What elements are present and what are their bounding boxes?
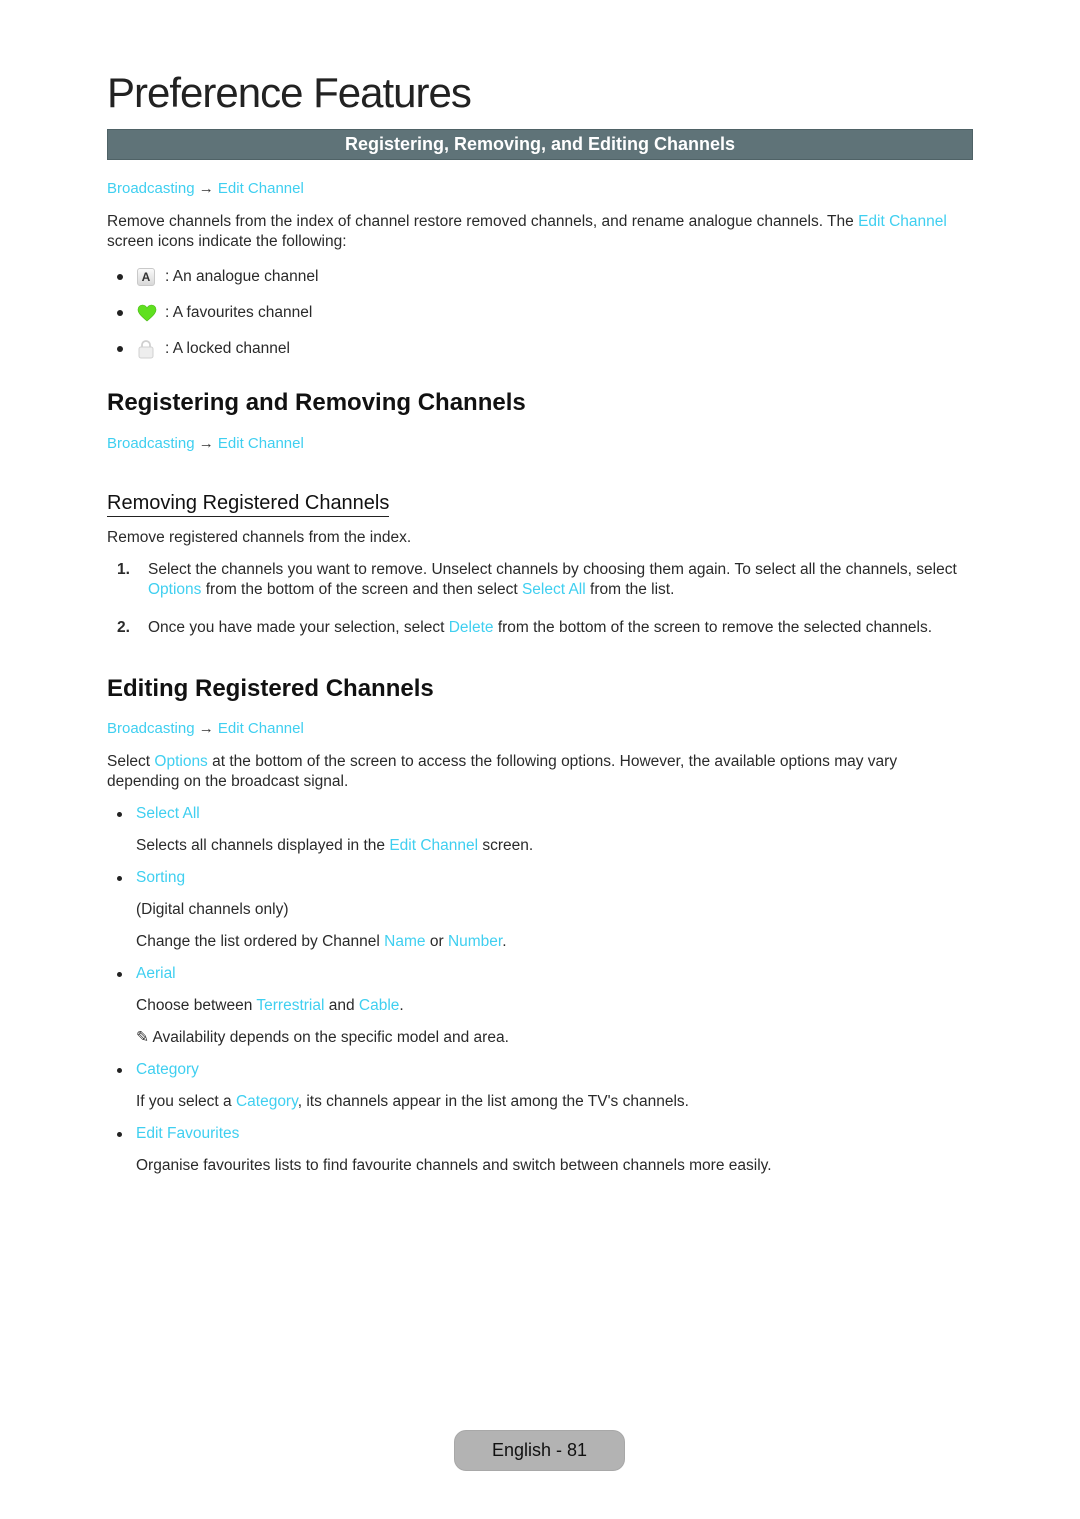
options-link[interactable]: Options: [154, 753, 207, 770]
step-text: Once you have made your selection, selec…: [148, 619, 933, 636]
legend-item-favourites: : A favourites channel: [117, 302, 312, 324]
editing-intro: Select Options at the bottom of the scre…: [107, 753, 898, 790]
section-heading-registering: Registering and Removing Channels: [107, 389, 526, 416]
option-label[interactable]: Sorting: [136, 868, 185, 888]
step-number: 2.: [117, 619, 130, 636]
step-number: 1.: [117, 561, 130, 578]
breadcrumb: Broadcasting → Edit Channel: [107, 720, 304, 737]
breadcrumb-broadcasting[interactable]: Broadcasting: [107, 720, 195, 737]
legend-label: : A locked channel: [165, 340, 290, 357]
page-number-badge: English - 81: [454, 1430, 625, 1471]
heart-icon: [137, 304, 157, 322]
category-link[interactable]: Category: [236, 1093, 298, 1110]
option-label[interactable]: Category: [136, 1060, 199, 1080]
breadcrumb: Broadcasting → Edit Channel: [107, 180, 304, 197]
bullet-icon: [117, 310, 123, 316]
option-note: (Digital channels only): [136, 901, 289, 918]
page-title: Preference Features: [107, 69, 472, 116]
intro-text: Remove channels from the index of channe…: [107, 213, 859, 230]
delete-link[interactable]: Delete: [449, 619, 494, 636]
option-description: Organise favourites lists to find favour…: [136, 1157, 772, 1174]
subheading-removing: Removing Registered Channels: [107, 492, 390, 517]
legend-item-locked: : A locked channel: [117, 338, 290, 360]
option-description: Selects all channels displayed in the Ed…: [136, 837, 534, 854]
intro-paragraph: Remove channels from the index of channe…: [107, 212, 973, 252]
bullet-icon: [117, 274, 123, 280]
breadcrumb-arrow: →: [198, 720, 214, 737]
section-heading-editing: Editing Registered Channels: [107, 675, 434, 702]
bullet-icon: [117, 1067, 122, 1073]
option-label[interactable]: Edit Favourites: [136, 1124, 239, 1144]
memo-note: ✎ Availability depends on the specific m…: [136, 1029, 509, 1046]
legend-item-analogue: A : An analogue channel: [117, 266, 318, 288]
option-category: Category: [117, 1060, 199, 1080]
bullet-icon: [117, 1131, 122, 1137]
option-aerial: Aerial: [117, 964, 176, 984]
option-description: Change the list ordered by Channel Name …: [136, 933, 507, 950]
breadcrumb-arrow: →: [198, 435, 214, 452]
select-all-link[interactable]: Select All: [522, 581, 586, 598]
step-text: Select the channels you want to remove. …: [148, 561, 957, 598]
option-description: Choose between Terrestrial and Cable.: [136, 997, 404, 1014]
bullet-icon: [117, 875, 122, 881]
bullet-icon: [117, 346, 123, 352]
breadcrumb-broadcasting[interactable]: Broadcasting: [107, 180, 195, 197]
breadcrumb-edit-channel[interactable]: Edit Channel: [218, 720, 304, 737]
breadcrumb: Broadcasting → Edit Channel: [107, 435, 304, 452]
breadcrumb-broadcasting[interactable]: Broadcasting: [107, 435, 195, 452]
option-label[interactable]: Aerial: [136, 964, 176, 984]
option-edit-favourites: Edit Favourites: [117, 1124, 239, 1144]
option-select-all: Select All: [117, 804, 200, 824]
legend-label: : An analogue channel: [165, 268, 319, 285]
edit-channel-link[interactable]: Edit Channel: [389, 837, 478, 854]
terrestrial-link[interactable]: Terrestrial: [256, 997, 324, 1014]
option-sorting: Sorting: [117, 868, 185, 888]
breadcrumb-edit-channel[interactable]: Edit Channel: [218, 435, 304, 452]
step-1: 1. Select the channels you want to remov…: [117, 560, 973, 600]
intro-text: screen icons indicate the following:: [107, 233, 347, 250]
step-2: 2. Once you have made your selection, se…: [117, 618, 973, 638]
breadcrumb-edit-channel[interactable]: Edit Channel: [218, 180, 304, 197]
option-label[interactable]: Select All: [136, 804, 200, 824]
options-link[interactable]: Options: [148, 581, 201, 598]
number-link[interactable]: Number: [448, 933, 502, 950]
section-bar: Registering, Removing, and Editing Chann…: [107, 129, 973, 160]
bullet-icon: [117, 811, 122, 817]
option-description: If you select a Category, its channels a…: [136, 1093, 689, 1110]
edit-channel-link[interactable]: Edit Channel: [858, 213, 947, 230]
cable-link[interactable]: Cable: [359, 997, 400, 1014]
lock-icon: [138, 340, 154, 359]
legend-label: : A favourites channel: [165, 304, 313, 321]
breadcrumb-arrow: →: [198, 180, 214, 197]
removing-intro: Remove registered channels from the inde…: [107, 529, 412, 546]
analogue-icon: A: [137, 268, 155, 286]
bullet-icon: [117, 971, 122, 977]
name-link[interactable]: Name: [384, 933, 425, 950]
